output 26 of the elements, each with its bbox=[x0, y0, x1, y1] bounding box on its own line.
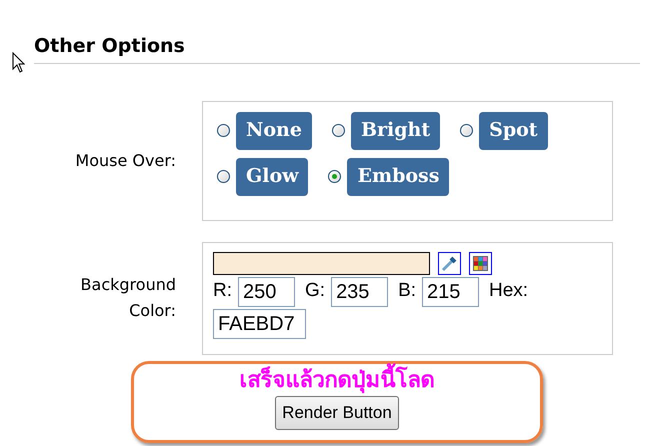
effect-button[interactable]: Emboss bbox=[347, 158, 450, 196]
radio-button[interactable] bbox=[328, 170, 342, 183]
radio-button[interactable] bbox=[217, 170, 230, 183]
effect-button[interactable]: None bbox=[236, 112, 312, 150]
hex-label: Hex: bbox=[489, 279, 528, 304]
channel-input[interactable]: 215 bbox=[422, 276, 480, 306]
effect-button[interactable]: Glow bbox=[236, 158, 308, 196]
section-title: Other Options bbox=[34, 35, 185, 57]
palette-icon[interactable] bbox=[469, 252, 492, 274]
channel-input[interactable]: 250 bbox=[238, 276, 295, 306]
cursor-icon bbox=[12, 52, 25, 73]
field-label: Background Color: bbox=[80, 274, 176, 322]
g-label: G: bbox=[305, 279, 326, 304]
radio-button[interactable] bbox=[332, 124, 345, 137]
render-button[interactable]: Render Button bbox=[275, 396, 399, 430]
effect-button[interactable]: Bright bbox=[350, 112, 440, 150]
field-label: Mouse Over: bbox=[75, 150, 176, 172]
b-label: B: bbox=[398, 279, 416, 304]
radio-button[interactable] bbox=[460, 124, 474, 137]
instruction-text: เสร็จแล้วกดปุ่มนี้โลด bbox=[240, 366, 434, 394]
r-label: R: bbox=[213, 279, 232, 304]
channel-input[interactable]: 235 bbox=[331, 276, 388, 306]
effect-button[interactable]: Spot bbox=[479, 112, 548, 150]
hex-input[interactable]: FAEBD7 bbox=[213, 308, 306, 338]
eyedropper-icon[interactable] bbox=[438, 252, 461, 274]
radio-button[interactable] bbox=[217, 124, 230, 137]
